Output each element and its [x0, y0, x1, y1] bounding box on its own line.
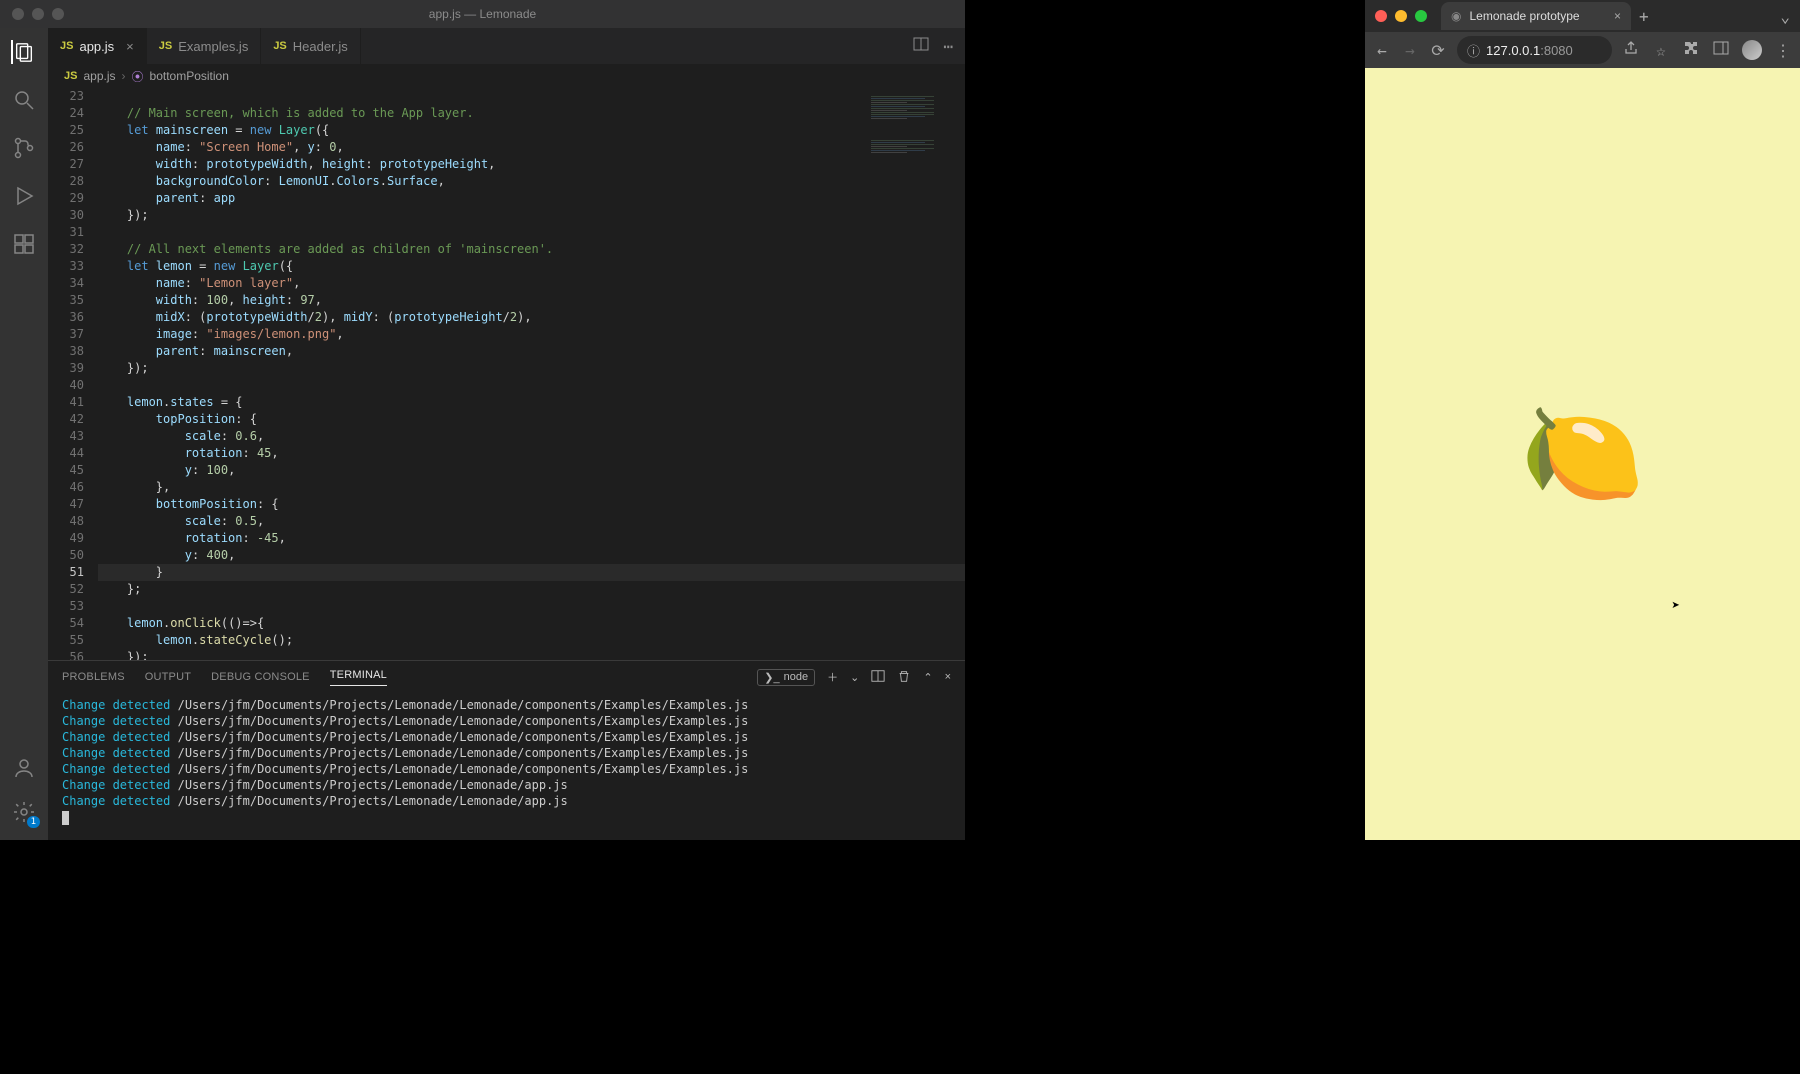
close-tab-icon[interactable]: × [1614, 9, 1621, 23]
editor-tabs: JS app.js × JS Examples.js JS Header.js … [48, 28, 965, 64]
panel-tab-output[interactable]: OUTPUT [145, 671, 191, 683]
new-tab-icon[interactable]: + [1639, 7, 1649, 26]
method-icon: ⦿ [132, 68, 144, 85]
window-controls [1375, 10, 1427, 22]
js-file-icon: JS [159, 40, 172, 52]
close-icon[interactable]: × [126, 39, 134, 54]
code-editor[interactable]: 2324252627282930313233343536373839404142… [48, 88, 965, 660]
share-icon[interactable] [1622, 40, 1640, 60]
tab-header-js[interactable]: JS Header.js [261, 28, 360, 64]
tab-app-js[interactable]: JS app.js × [48, 28, 147, 64]
panel-tab-debug-console[interactable]: DEBUG CONSOLE [211, 671, 310, 683]
search-icon[interactable] [12, 88, 36, 112]
chevron-right-icon: › [122, 69, 126, 83]
favicon-icon: ◉ [1451, 9, 1461, 23]
more-icon[interactable]: ⋯ [943, 37, 953, 56]
terminal-icon: ❯_ [764, 671, 779, 684]
panel-tab-problems[interactable]: PROBLEMS [62, 671, 125, 683]
terminal-output[interactable]: Change detected /Users/jfm/Documents/Pro… [48, 693, 965, 840]
bottom-panel: PROBLEMS OUTPUT DEBUG CONSOLE TERMINAL ❯… [48, 660, 965, 840]
close-dot[interactable] [1375, 10, 1387, 22]
breadcrumb[interactable]: JS app.js › ⦿ bottomPosition [48, 64, 965, 88]
account-icon[interactable] [12, 756, 36, 780]
run-debug-icon[interactable] [12, 184, 36, 208]
split-terminal-icon[interactable] [871, 669, 885, 686]
activity-bar: 1 [0, 28, 48, 840]
tab-label: Header.js [293, 39, 348, 54]
new-terminal-icon[interactable]: ＋ [827, 669, 838, 685]
mouse-cursor-icon: ➤ [1672, 598, 1680, 614]
back-icon[interactable]: ← [1373, 41, 1391, 60]
zoom-dot[interactable] [1415, 10, 1427, 22]
tab-label: app.js [79, 39, 114, 54]
page-viewport[interactable]: 🍋 ➤ [1365, 68, 1800, 840]
minimize-dot[interactable] [1395, 10, 1407, 22]
breadcrumb-file[interactable]: app.js [83, 69, 115, 83]
close-panel-icon[interactable]: × [945, 671, 951, 683]
bookmark-star-icon[interactable]: ☆ [1652, 41, 1670, 60]
chrome-toolbar: ← → ⟳ ⓘ 127.0.0.1:8080 ☆ ⋮ [1365, 32, 1800, 68]
tab-list-icon[interactable]: ⌄ [1780, 7, 1790, 26]
site-info-icon[interactable]: ⓘ [1467, 41, 1480, 60]
browser-tab[interactable]: ◉ Lemonade prototype × [1441, 2, 1631, 30]
lemon-image[interactable]: 🍋 [1520, 395, 1645, 513]
chrome-menu-icon[interactable]: ⋮ [1774, 41, 1792, 60]
chrome-tabstrip: ◉ Lemonade prototype × + ⌄ [1365, 0, 1800, 32]
split-editor-icon[interactable] [913, 36, 929, 56]
source-control-icon[interactable] [12, 136, 36, 160]
omnibox[interactable]: ⓘ 127.0.0.1:8080 [1457, 36, 1612, 64]
titlebar: app.js — Lemonade [0, 0, 965, 28]
tab-title: Lemonade prototype [1469, 9, 1579, 23]
js-file-icon: JS [60, 40, 73, 52]
reload-icon[interactable]: ⟳ [1429, 41, 1447, 60]
explorer-icon[interactable] [11, 40, 35, 64]
window-title: app.js — Lemonade [0, 7, 965, 21]
js-file-icon: JS [64, 70, 77, 82]
terminal-dropdown-icon[interactable]: ⌄ [850, 671, 859, 684]
maximize-panel-icon[interactable]: ⌃ [923, 671, 932, 684]
tab-label: Examples.js [178, 39, 248, 54]
minimap[interactable] [871, 96, 961, 296]
side-panel-icon[interactable] [1712, 40, 1730, 60]
profile-avatar[interactable] [1742, 40, 1762, 60]
tab-examples-js[interactable]: JS Examples.js [147, 28, 262, 64]
panel-tab-terminal[interactable]: TERMINAL [330, 669, 387, 686]
forward-icon[interactable]: → [1401, 41, 1419, 60]
settings-gear-icon[interactable]: 1 [12, 800, 36, 824]
code-content[interactable]: // Main screen, which is added to the Ap… [98, 88, 965, 660]
settings-badge: 1 [27, 816, 40, 828]
chrome-window: ◉ Lemonade prototype × + ⌄ ← → ⟳ ⓘ 127.0… [1365, 0, 1800, 840]
breadcrumb-symbol[interactable]: bottomPosition [150, 69, 229, 83]
extensions-puzzle-icon[interactable] [1682, 40, 1700, 60]
vscode-window: app.js — Lemonade 1 JS app.js × JS [0, 0, 965, 840]
line-gutter: 2324252627282930313233343536373839404142… [48, 88, 98, 660]
terminal-shell-label[interactable]: ❯_node [757, 669, 815, 686]
extensions-icon[interactable] [12, 232, 36, 256]
url-text: 127.0.0.1:8080 [1486, 43, 1573, 58]
panel-tabs: PROBLEMS OUTPUT DEBUG CONSOLE TERMINAL ❯… [48, 661, 965, 693]
kill-terminal-icon[interactable] [897, 669, 911, 686]
js-file-icon: JS [273, 40, 286, 52]
editor-area: JS app.js × JS Examples.js JS Header.js … [48, 28, 965, 840]
